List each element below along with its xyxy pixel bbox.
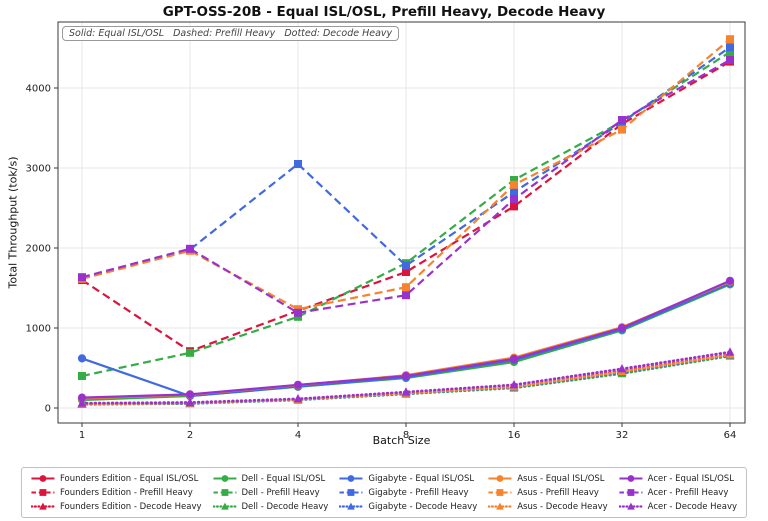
data-point-marker — [402, 283, 410, 291]
legend-column: Asus - Equal ISL/OSL Asus - Prefill Heavy… — [488, 472, 607, 513]
legend-label: Dell - Prefill Heavy — [242, 488, 320, 498]
legend-square-dashed-icon — [339, 487, 363, 498]
legend-item: Asus - Decode Heavy — [488, 500, 607, 513]
legend-item: Gigabyte - Equal ISL/OSL — [339, 472, 477, 485]
data-point-marker — [618, 126, 626, 134]
legend-square-dashed-icon — [488, 487, 512, 498]
data-point-marker — [294, 309, 302, 317]
legend-circle-solid-icon — [619, 473, 643, 484]
data-point-marker — [294, 160, 302, 168]
legend-item: Founders Edition - Decode Heavy — [31, 500, 202, 513]
data-point-marker — [510, 195, 518, 203]
legend-triangle-dotted-icon — [619, 501, 643, 512]
legend-label: Founders Edition - Equal ISL/OSL — [60, 474, 198, 484]
data-point-marker — [402, 291, 410, 299]
data-point-marker — [726, 35, 734, 43]
data-point-marker — [186, 390, 194, 398]
chart-figure: GPT-OSS-20B - Equal ISL/OSL, Prefill Hea… — [0, 0, 768, 521]
legend-label: Asus - Decode Heavy — [517, 502, 607, 512]
legend-label: Asus - Prefill Heavy — [517, 488, 599, 498]
y-axis-label: Total Throughput (tok/s) — [7, 123, 20, 323]
data-point-marker — [78, 372, 86, 380]
data-point-marker — [186, 349, 194, 357]
data-point-marker — [726, 347, 735, 355]
data-point-marker — [510, 202, 518, 210]
legend-column: Dell - Equal ISL/OSL Dell - Prefill Heavy… — [213, 472, 329, 513]
data-point-marker — [294, 381, 302, 389]
legend-circle-solid-icon — [31, 473, 55, 484]
legend-column: Acer - Equal ISL/OSL Acer - Prefill Heavy… — [619, 472, 737, 513]
data-point-marker — [726, 43, 734, 51]
data-point-marker — [402, 372, 410, 380]
legend-circle-solid-icon — [339, 473, 363, 484]
legend-item: Acer - Decode Heavy — [619, 500, 737, 513]
legend-item: Dell - Prefill Heavy — [213, 486, 329, 499]
legend-label: Acer - Equal ISL/OSL — [648, 474, 734, 484]
legend-item: Founders Edition - Equal ISL/OSL — [31, 472, 202, 485]
y-tick-label: 3000 — [26, 164, 51, 175]
y-tick-label: 4000 — [26, 84, 51, 95]
legend-column: Founders Edition - Equal ISL/OSL Founders… — [31, 472, 202, 513]
legend-label: Asus - Equal ISL/OSL — [517, 474, 604, 484]
data-point-marker — [402, 262, 410, 270]
legend-label: Dell - Decode Heavy — [242, 502, 329, 512]
legend-item: Asus - Prefill Heavy — [488, 486, 607, 499]
data-point-marker — [726, 277, 734, 285]
legend-item: Acer - Equal ISL/OSL — [619, 472, 737, 485]
legend-circle-solid-icon — [488, 473, 512, 484]
data-point-marker — [618, 324, 626, 332]
legend-triangle-dotted-icon — [488, 501, 512, 512]
legend-item: Asus - Equal ISL/OSL — [488, 472, 607, 485]
legend-triangle-dotted-icon — [31, 501, 55, 512]
legend-label: Gigabyte - Decode Heavy — [368, 502, 477, 512]
legend-item: Gigabyte - Prefill Heavy — [339, 486, 477, 499]
legend-column: Gigabyte - Equal ISL/OSL Gigabyte - Prefi… — [339, 472, 477, 513]
data-point-marker — [618, 116, 626, 124]
legend-label: Acer - Decode Heavy — [648, 502, 737, 512]
data-point-marker — [510, 355, 518, 363]
legend-triangle-dotted-icon — [339, 501, 363, 512]
y-tick-label: 1000 — [26, 324, 51, 335]
x-axis-label: Batch Size — [58, 434, 745, 447]
legend-item: Gigabyte - Decode Heavy — [339, 500, 477, 513]
data-point-marker — [510, 188, 518, 196]
line-style-note: Solid: Equal ISL/OSL Dashed: Prefill Hea… — [62, 26, 399, 41]
y-tick-label: 0 — [45, 404, 51, 415]
legend-label: Dell - Equal ISL/OSL — [242, 474, 326, 484]
legend-label: Acer - Prefill Heavy — [648, 488, 729, 498]
legend: Founders Edition - Equal ISL/OSL Founders… — [21, 467, 747, 518]
legend-triangle-dotted-icon — [213, 501, 237, 512]
data-point-marker — [510, 181, 518, 189]
data-point-marker — [78, 273, 86, 281]
legend-label: Founders Edition - Prefill Heavy — [60, 488, 193, 498]
axes-frame — [58, 22, 745, 423]
legend-label: Gigabyte - Prefill Heavy — [368, 488, 468, 498]
legend-label: Founders Edition - Decode Heavy — [60, 502, 202, 512]
legend-item: Dell - Equal ISL/OSL — [213, 472, 329, 485]
data-point-marker — [726, 56, 734, 64]
legend-square-dashed-icon — [31, 487, 55, 498]
legend-item: Acer - Prefill Heavy — [619, 486, 737, 499]
legend-circle-solid-icon — [213, 473, 237, 484]
legend-item: Dell - Decode Heavy — [213, 500, 329, 513]
y-tick-label: 2000 — [26, 244, 51, 255]
legend-square-dashed-icon — [213, 487, 237, 498]
data-point-marker — [78, 354, 86, 362]
legend-square-dashed-icon — [619, 487, 643, 498]
legend-item: Founders Edition - Prefill Heavy — [31, 486, 202, 499]
legend-label: Gigabyte - Equal ISL/OSL — [368, 474, 474, 484]
data-point-marker — [186, 245, 194, 253]
